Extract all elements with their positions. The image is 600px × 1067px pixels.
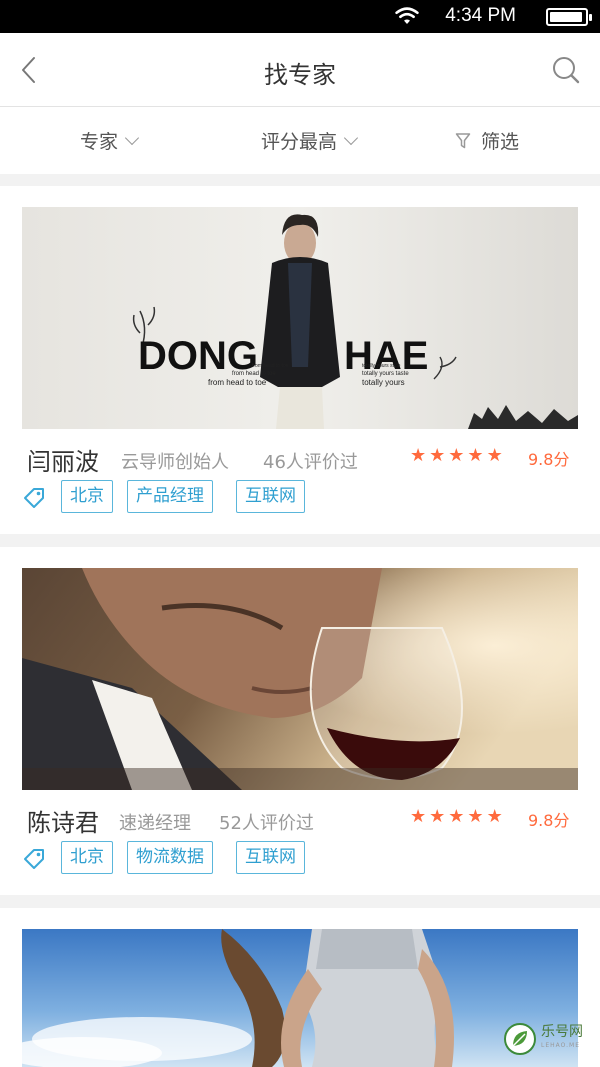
expert-photo-image xyxy=(22,929,578,1067)
tag-chip[interactable]: 互联网 xyxy=(236,841,305,874)
filter-expert-label: 专家 xyxy=(80,131,119,153)
watermark-text: 乐号网 LEHAO.ME xyxy=(541,1025,583,1053)
expert-role: 云导师创始人 xyxy=(121,452,229,473)
expert-photo-image xyxy=(22,568,578,790)
status-time: 4:34 PM xyxy=(445,5,516,26)
search-icon[interactable] xyxy=(550,53,582,87)
expert-photo[interactable] xyxy=(22,568,578,790)
tag-icon xyxy=(24,488,44,508)
rating-stars: ★ ★ ★ ★ ★ xyxy=(410,446,503,466)
expert-name: 陈诗君 xyxy=(27,809,99,837)
tag-chip[interactable]: 互联网 xyxy=(236,480,305,513)
star-icon: ★ xyxy=(467,806,484,827)
filter-rating-label: 评分最高 xyxy=(261,131,338,153)
svg-text:from head to toe: from head to toe xyxy=(252,363,289,369)
svg-text:totally yours taste: totally yours taste xyxy=(362,371,409,377)
watermark-name: 乐号网 xyxy=(541,1024,583,1040)
star-icon: ★ xyxy=(410,445,427,466)
expert-photo[interactable] xyxy=(22,929,578,1067)
tag-chip[interactable]: 北京 xyxy=(61,480,113,513)
wifi-icon xyxy=(395,7,419,24)
watermark-sub: LEHAO.ME xyxy=(541,1042,580,1049)
chevron-down-icon xyxy=(124,130,140,145)
expert-card[interactable]: DONG HAE from head to toe from head to t… xyxy=(0,186,600,534)
tag-chip[interactable]: 北京 xyxy=(61,841,113,874)
review-count: 46人评价过 xyxy=(263,452,358,473)
watermark-logo: 乐号网 LEHAO.ME xyxy=(503,1022,583,1056)
star-icon: ★ xyxy=(486,806,503,827)
svg-text:totally yours: totally yours xyxy=(362,378,405,387)
tag-chip[interactable]: 产品经理 xyxy=(127,480,213,513)
expert-card[interactable]: 陈诗君 速递经理 52人评价过 ★ ★ ★ ★ ★ 9.8分 北京 物流数据 互联网 xyxy=(0,547,600,895)
battery-icon xyxy=(546,8,592,26)
star-icon: ★ xyxy=(467,445,484,466)
rating-stars: ★ ★ ★ ★ ★ xyxy=(410,807,503,827)
filter-bar: 专家 评分最高 筛选 xyxy=(0,107,600,174)
svg-text:totally yours style: totally yours style xyxy=(362,363,401,369)
page-title: 找专家 xyxy=(264,61,336,89)
expert-photo[interactable]: DONG HAE from head to toe from head to t… xyxy=(22,207,578,429)
review-count: 52人评价过 xyxy=(219,813,314,834)
status-bar: 4:34 PM xyxy=(0,0,600,33)
chevron-down-icon xyxy=(343,130,359,145)
rating-score: 9.8分 xyxy=(528,450,570,469)
funnel-icon xyxy=(455,132,471,148)
svg-text:from head to toe: from head to toe xyxy=(232,371,276,377)
expert-name: 闫丽波 xyxy=(27,448,99,476)
star-icon: ★ xyxy=(448,806,465,827)
filter-screen-label: 筛选 xyxy=(481,131,520,153)
star-icon: ★ xyxy=(410,806,427,827)
filter-screen-button[interactable]: 筛选 xyxy=(455,127,519,154)
leaf-logo-icon xyxy=(504,1023,536,1055)
battery-level xyxy=(550,12,583,22)
rating-score: 9.8分 xyxy=(528,811,570,830)
expert-photo-image: DONG HAE from head to toe from head to t… xyxy=(22,207,578,429)
filter-rating-dropdown[interactable]: 评分最高 xyxy=(261,127,359,154)
tag-icon xyxy=(24,849,44,869)
star-icon: ★ xyxy=(429,806,446,827)
svg-text:from head to toe: from head to toe xyxy=(208,378,267,387)
nav-bar: 找专家 xyxy=(0,33,600,107)
tag-chip[interactable]: 物流数据 xyxy=(127,841,213,874)
filter-expert-dropdown[interactable]: 专家 xyxy=(80,127,140,154)
expert-role: 速递经理 xyxy=(119,813,191,834)
star-icon: ★ xyxy=(486,445,503,466)
star-icon: ★ xyxy=(448,445,465,466)
star-icon: ★ xyxy=(429,445,446,466)
